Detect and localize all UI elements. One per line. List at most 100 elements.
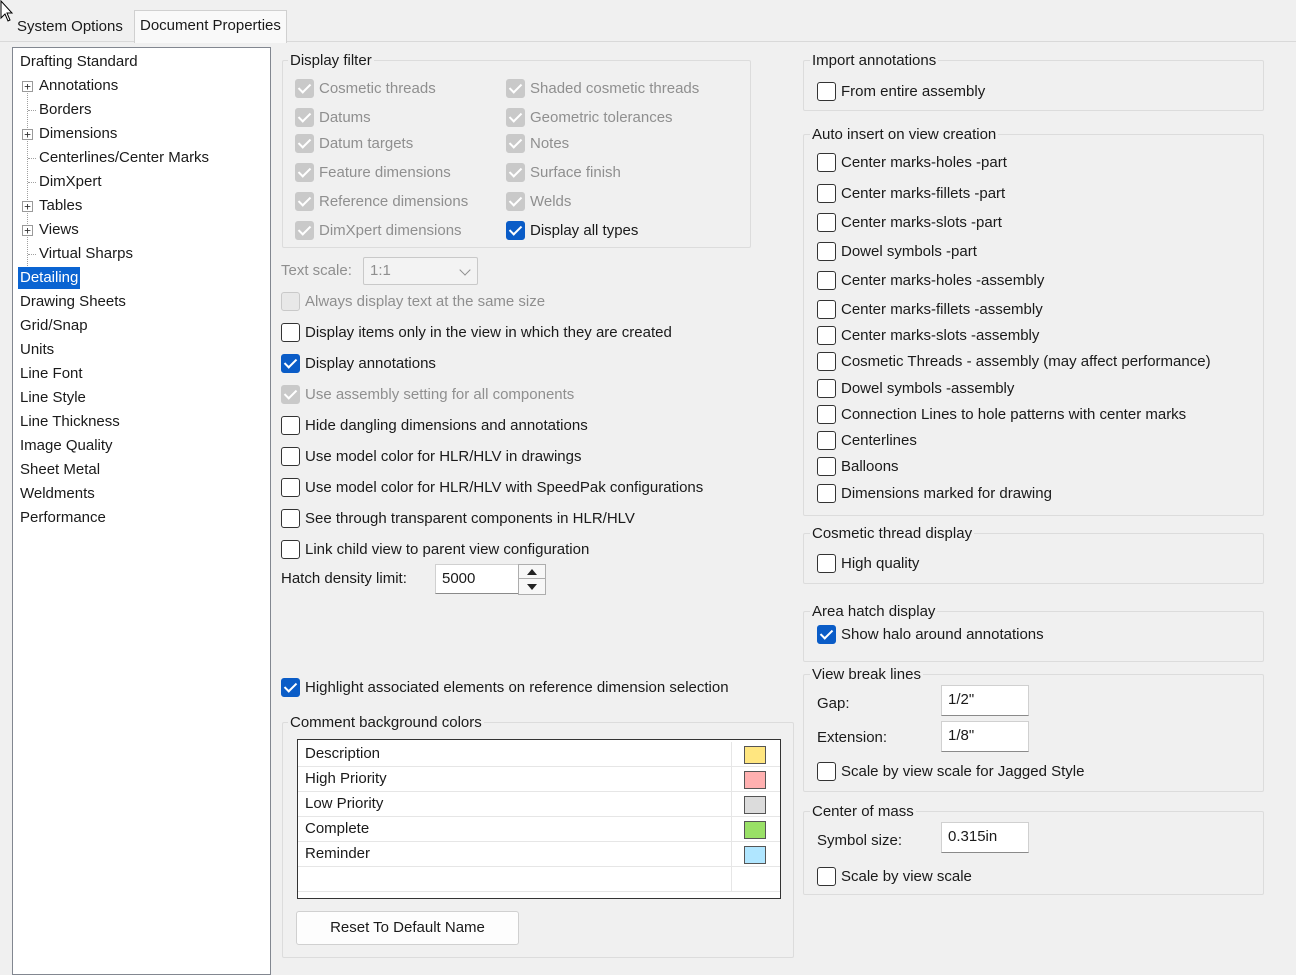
centerlines-checkbox[interactable] [817, 431, 836, 450]
expand-plus-icon[interactable]: + [22, 129, 33, 140]
text-scale-dropdown[interactable]: 1:1 [363, 257, 478, 285]
options-tree[interactable]: Drafting Standard + Annotations Borders + Dim… [12, 47, 271, 975]
auto-insert-title: Auto insert on view creation [810, 126, 999, 144]
tree-item-views[interactable]: Views [37, 219, 81, 241]
geometric-tolerances-checkbox[interactable] [506, 108, 525, 127]
center-marks-holes-assembly-checkbox[interactable] [817, 271, 836, 290]
scale-by-view-scale-label: Scale by view scale [841, 868, 972, 885]
column-divider [731, 867, 732, 892]
scale-jagged-checkbox[interactable] [817, 762, 836, 781]
tree-item-performance[interactable]: Performance [18, 507, 108, 529]
high-quality-checkbox[interactable] [817, 554, 836, 573]
tree-item-drawing-sheets[interactable]: Drawing Sheets [18, 291, 128, 313]
expand-plus-icon[interactable]: + [22, 201, 33, 212]
link-child-view-to-parent-view-configuration-label: Link child view to parent view configura… [305, 541, 590, 558]
use-assembly-setting-for-all-components-checkbox[interactable] [281, 385, 300, 404]
hide-dangling-dimensions-and-annotations-checkbox[interactable] [281, 416, 300, 435]
color-row-reminder[interactable]: Reminder [298, 842, 780, 867]
comment-colors-table[interactable]: Description High Priority Low Priority Comp… [297, 739, 781, 899]
scale-by-view-scale-checkbox[interactable] [817, 867, 836, 886]
center-marks-slots-assembly-checkbox[interactable] [817, 326, 836, 345]
expand-plus-icon[interactable]: + [22, 225, 33, 236]
tree-item-weldments[interactable]: Weldments [18, 483, 97, 505]
tree-item-line-style[interactable]: Line Style [18, 387, 88, 409]
center-marks-holes-part-checkbox[interactable] [817, 153, 836, 172]
see-through-transparent-components-in-hlr-hlv-checkbox[interactable] [281, 509, 300, 528]
shaded-cosmetic-threads-label: Shaded cosmetic threads [530, 80, 700, 97]
use-model-color-for-hlr-hlv-in-drawings-checkbox[interactable] [281, 447, 300, 466]
tree-item-sheet-metal[interactable]: Sheet Metal [18, 459, 102, 481]
dowel-symbols-part-checkbox[interactable] [817, 242, 836, 261]
color-swatch[interactable] [744, 771, 766, 789]
dimensions-marked-for-drawing-checkbox[interactable] [817, 484, 836, 503]
datums-checkbox[interactable] [295, 108, 314, 127]
color-row-description[interactable]: Description [298, 742, 780, 767]
gap-input[interactable]: 1/2" [941, 685, 1029, 716]
extension-input[interactable]: 1/8" [941, 721, 1029, 752]
center-marks-fillets-part-checkbox[interactable] [817, 184, 836, 203]
tree-item-drafting-standard[interactable]: Drafting Standard [18, 51, 140, 73]
reset-default-name-button[interactable]: Reset To Default Name [296, 911, 519, 945]
surface-finish-checkbox[interactable] [506, 163, 525, 182]
tree-item-units[interactable]: Units [18, 339, 56, 361]
view-break-lines-title: View break lines [810, 666, 923, 684]
color-swatch[interactable] [744, 821, 766, 839]
symbol-size-input[interactable]: 0.315in [941, 822, 1029, 853]
feature-dimensions-checkbox[interactable] [295, 163, 314, 182]
center-marks-fillets-assembly-checkbox[interactable] [817, 300, 836, 319]
connection-lines-to-hole-patterns-with-center-marks-checkbox[interactable] [817, 405, 836, 424]
tree-item-dimensions[interactable]: Dimensions [37, 123, 119, 145]
see-through-transparent-components-in-hlr-hlv-label: See through transparent components in HL… [305, 510, 635, 527]
spin-down-button[interactable] [519, 580, 545, 594]
expand-plus-icon[interactable]: + [22, 81, 33, 92]
display-items-only-in-the-view-in-which-they-are-created-checkbox[interactable] [281, 323, 300, 342]
tree-item-centerlines-center-marks[interactable]: Centerlines/Center Marks [37, 147, 211, 169]
cosmetic-threads-assembly-may-affect-performance-checkbox[interactable] [817, 352, 836, 371]
balloons-checkbox[interactable] [817, 457, 836, 476]
hatch-density-spinner[interactable] [518, 564, 546, 595]
tree-item-grid-snap[interactable]: Grid/Snap [18, 315, 90, 337]
text-scale-label: Text scale: [281, 262, 352, 279]
highlight-associated-checkbox[interactable] [281, 678, 300, 697]
color-row-low-priority[interactable]: Low Priority [298, 792, 780, 817]
tab-system-options[interactable]: System Options [12, 12, 128, 42]
tab-document-properties[interactable]: Document Properties [134, 10, 287, 43]
from-entire-assembly-checkbox[interactable] [817, 82, 836, 101]
color-swatch[interactable] [744, 746, 766, 764]
link-child-view-to-parent-view-configuration-checkbox[interactable] [281, 540, 300, 559]
hatch-density-input[interactable]: 5000 [435, 564, 519, 594]
use-model-color-for-hlr-hlv-with-speedpak-configurations-checkbox[interactable] [281, 478, 300, 497]
always-display-text-at-the-same-size-checkbox[interactable] [281, 292, 300, 311]
notes-checkbox[interactable] [506, 134, 525, 153]
shaded-cosmetic-threads-checkbox[interactable] [506, 79, 525, 98]
display-all-types-checkbox[interactable] [506, 221, 525, 240]
dimxpert-dimensions-checkbox[interactable] [295, 221, 314, 240]
tree-item-borders[interactable]: Borders [37, 99, 94, 121]
datum-targets-checkbox[interactable] [295, 134, 314, 153]
color-row-complete[interactable]: Complete [298, 817, 780, 842]
dimxpert-dimensions-label: DimXpert dimensions [319, 222, 462, 239]
tree-item-tables[interactable]: Tables [37, 195, 84, 217]
import-annotations-title: Import annotations [810, 52, 939, 70]
color-row-high-priority[interactable]: High Priority [298, 767, 780, 792]
spin-up-button[interactable] [519, 565, 545, 579]
reference-dimensions-checkbox[interactable] [295, 192, 314, 211]
color-swatch[interactable] [744, 846, 766, 864]
show-halo-checkbox[interactable] [817, 625, 836, 644]
arrow-down-icon [527, 584, 537, 590]
tree-item-line-font[interactable]: Line Font [18, 363, 85, 385]
welds-checkbox[interactable] [506, 192, 525, 211]
cosmetic-threads-label: Cosmetic threads [319, 80, 436, 97]
display-annotations-checkbox[interactable] [281, 354, 300, 373]
tree-item-image-quality[interactable]: Image Quality [18, 435, 115, 457]
tree-item-dimxpert[interactable]: DimXpert [37, 171, 104, 193]
dowel-symbols-assembly-checkbox[interactable] [817, 379, 836, 398]
tree-item-virtual-sharps[interactable]: Virtual Sharps [37, 243, 135, 265]
tree-item-annotations[interactable]: Annotations [37, 75, 120, 97]
tree-item-detailing[interactable]: Detailing [18, 267, 81, 289]
color-swatch[interactable] [744, 796, 766, 814]
cosmetic-threads-checkbox[interactable] [295, 79, 314, 98]
tree-item-line-thickness[interactable]: Line Thickness [18, 411, 122, 433]
center-marks-slots-part-checkbox[interactable] [817, 213, 836, 232]
datums-label: Datums [319, 109, 371, 126]
